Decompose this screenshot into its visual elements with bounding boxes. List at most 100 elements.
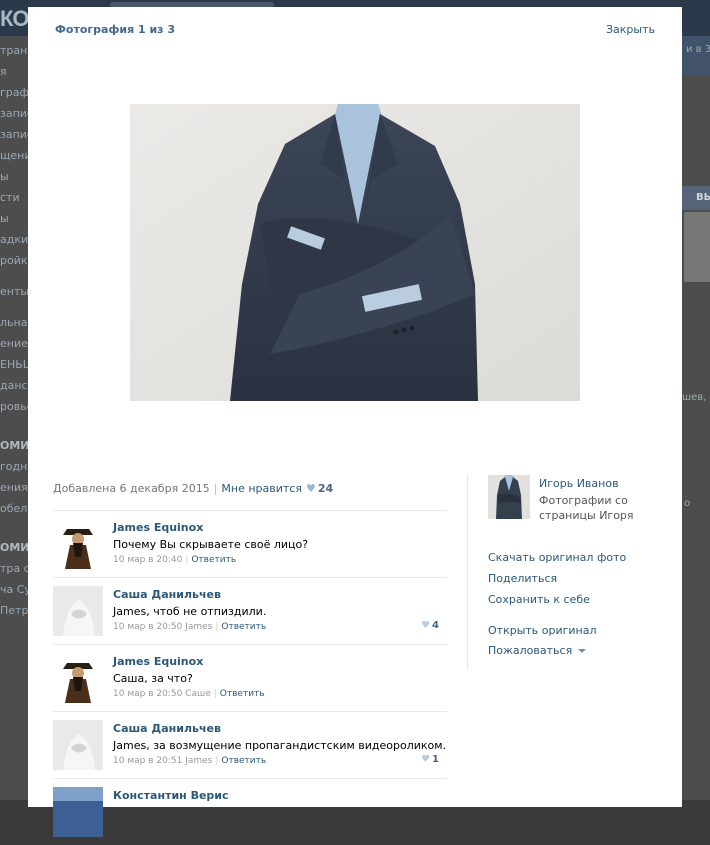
background-menu-item: ение з — [0, 337, 28, 350]
like-count: 24 — [317, 482, 334, 495]
comment-date[interactable]: 10 мар в 20:51 — [113, 756, 182, 766]
background-menu-item: обел — [0, 502, 28, 515]
heart-icon[interactable]: ♥ — [421, 620, 430, 631]
background-menu-item: траниц — [0, 44, 28, 57]
avatar[interactable] — [53, 787, 103, 837]
chevron-down-icon — [578, 649, 587, 653]
photo-added-row: Добавлена 6 декабря 2015 | Мне нравится ♥ 24 — [53, 482, 334, 495]
background-text: шев, — [682, 392, 707, 403]
background-menu-title: ОМИ — [0, 541, 28, 554]
pirate-avatar-icon — [53, 519, 103, 569]
info-divider — [467, 475, 468, 669]
report-label: Пожаловаться — [488, 644, 573, 657]
background-menu-item: ения — [0, 481, 28, 494]
comment-text: James, чтоб не отпиздили. — [113, 605, 267, 618]
photo-counter-title: Фотография 1 из 3 — [55, 23, 176, 36]
comment-item: James Equinox Почему Вы скрываете своё л… — [53, 510, 447, 577]
comment-likes[interactable]: ♥ 1 — [421, 754, 439, 765]
comment-date[interactable]: 10 мар в 20:50 — [113, 689, 182, 699]
background-menu-item: сти — [0, 191, 20, 204]
owner-album-text: Фотографии со страницы Игоря — [539, 494, 634, 522]
comment-reply-to[interactable]: Саше — [185, 689, 211, 699]
comment-text: Почему Вы скрываете своё лицо? — [113, 538, 309, 551]
background-menu-item: ройки — [0, 254, 28, 267]
background-menu-item: годня — [0, 460, 28, 473]
background-menu-item: щения — [0, 149, 28, 162]
background-menu-item: енты — [0, 285, 28, 298]
comment-author[interactable]: James Equinox — [113, 655, 203, 668]
photo-viewer-modal: Фотография 1 из 3 Закрыть Добавлена 6 де… — [28, 7, 682, 837]
comment-author[interactable]: Константин Верис — [113, 789, 229, 802]
background-menu-item: запис — [0, 128, 28, 141]
background-menu-item: тра со — [0, 562, 28, 575]
background-photo — [684, 212, 710, 282]
background-menu-item: ЕНЬШ — [0, 358, 28, 371]
comment-meta: 10 мар в 20:40 | Ответить — [113, 555, 237, 565]
comment-date[interactable]: 10 мар в 20:40 — [113, 555, 182, 565]
background-menu-item: Петр — [0, 604, 28, 617]
download-original-link[interactable]: Скачать оригинал фото — [488, 551, 626, 564]
comment-like-count: 1 — [432, 754, 439, 765]
heart-icon[interactable]: ♥ — [306, 482, 316, 495]
background-menu-item: адки — [0, 233, 28, 246]
background-menu-item: ы — [0, 212, 9, 225]
heart-icon[interactable]: ♥ — [421, 754, 430, 765]
close-button[interactable]: Закрыть — [606, 23, 655, 36]
owner-name-link[interactable]: Игорь Иванов — [539, 477, 619, 490]
reply-link[interactable]: Ответить — [191, 555, 236, 565]
statue-avatar-icon — [53, 586, 103, 636]
background-menu-item: данск — [0, 379, 28, 392]
reply-link[interactable]: Ответить — [221, 756, 266, 766]
comment-item: Константин Верис — [53, 778, 447, 845]
reply-link[interactable]: Ответить — [221, 622, 266, 632]
pirate-avatar-icon — [53, 653, 103, 703]
comment-text: Саша, за что? — [113, 672, 193, 685]
background-menu-item: ча Су — [0, 583, 28, 596]
comment-reply-to[interactable]: James — [185, 756, 212, 766]
reply-link[interactable]: Ответить — [220, 689, 265, 699]
background-menu-item: ы — [0, 170, 9, 183]
avatar[interactable] — [53, 586, 103, 636]
suit-photo-image — [130, 104, 580, 401]
photo-added-date: Добавлена 6 декабря 2015 — [53, 482, 210, 495]
background-text: о — [684, 498, 691, 509]
comment-date[interactable]: 10 мар в 20:50 — [113, 622, 182, 632]
comment-text: James, за возмущение пропагандистским ви… — [113, 739, 447, 752]
comment-item: Саша Данильчев James, чтоб не отпиздили.… — [53, 577, 447, 644]
comment-meta: 10 мар в 20:51 James | Ответить — [113, 756, 267, 766]
background-menu-item: запис — [0, 107, 28, 120]
save-to-self-link[interactable]: Сохранить к себе — [488, 593, 590, 606]
background-menu: траниц я графии запис запис щения ы сти … — [0, 44, 28, 625]
background-menu-item: ровье — [0, 400, 28, 413]
comment-likes[interactable]: ♥ 4 — [421, 620, 439, 631]
avatar[interactable] — [53, 720, 103, 770]
background-text: и в 3 — [686, 44, 710, 55]
comment-author[interactable]: Саша Данильчев — [113, 722, 221, 735]
avatar[interactable] — [53, 653, 103, 703]
background-right-column: и в 3 ВЫ шев, о — [682, 36, 710, 800]
comment-item: James Equinox Саша, за что? 10 мар в 20:… — [53, 644, 447, 711]
background-menu-item: графии — [0, 86, 28, 99]
owner-avatar[interactable] — [488, 475, 530, 519]
avatar[interactable] — [53, 519, 103, 569]
comment-author[interactable]: James Equinox — [113, 521, 203, 534]
comment-author[interactable]: Саша Данильчев — [113, 588, 221, 601]
photo-info-left: Добавлена 6 декабря 2015 | Мне нравится ♥ 24… — [53, 477, 447, 845]
report-dropdown[interactable]: Пожаловаться — [488, 644, 587, 657]
comment-like-count: 4 — [432, 620, 439, 631]
background-menu-item: льная — [0, 316, 28, 329]
like-button[interactable]: Мне нравится — [221, 482, 302, 495]
main-photo[interactable] — [130, 104, 580, 401]
comment-meta: 10 мар в 20:50 James | Ответить — [113, 622, 267, 632]
background-menu-item: я — [0, 65, 7, 78]
owner-suit-thumbnail-icon — [488, 475, 530, 519]
open-original-link[interactable]: Открыть оригинал — [488, 624, 597, 637]
comment-item: Саша Данильчев James, за возмущение проп… — [53, 711, 447, 778]
background-menu-title: ОМИ — [0, 439, 28, 452]
blue-avatar-icon — [53, 787, 103, 837]
share-link[interactable]: Поделиться — [488, 572, 557, 585]
comment-meta: 10 мар в 20:50 Саше | Ответить — [113, 689, 265, 699]
background-text: ВЫ — [696, 192, 710, 203]
statue-avatar-icon — [53, 720, 103, 770]
comment-reply-to[interactable]: James — [185, 622, 212, 632]
